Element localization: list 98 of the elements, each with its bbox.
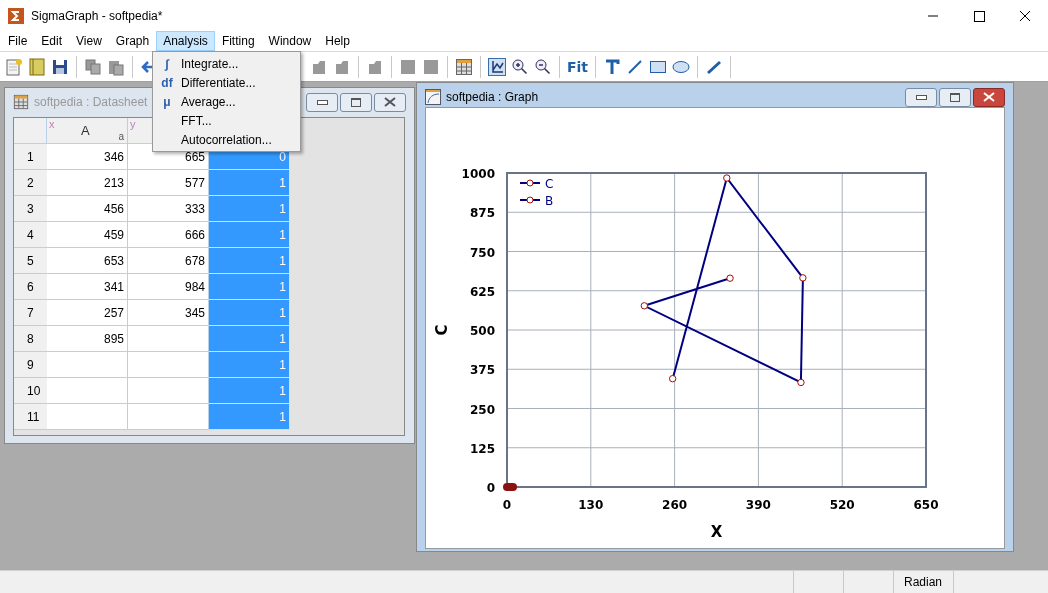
book-icon[interactable] (28, 57, 46, 76)
table-cell: 345 (128, 300, 209, 326)
table-cell: 1 (209, 170, 290, 196)
menu-item[interactable]: File (1, 31, 35, 51)
legend-label: C (545, 177, 554, 191)
table-cell: 346 (47, 144, 128, 170)
legend-label: B (545, 194, 554, 208)
line-tool-icon[interactable] (626, 57, 645, 76)
table-cell: 456 (47, 196, 128, 222)
menu-item[interactable]: Edit (34, 31, 70, 51)
menu-item-icon: df (161, 75, 173, 90)
origin-marker (503, 483, 517, 491)
x-tick-label: 390 (745, 498, 771, 512)
close-button[interactable] (973, 87, 1005, 107)
save-icon[interactable] (51, 57, 69, 76)
y-tick-label: 375 (469, 363, 495, 378)
column-header[interactable]: x A a (47, 118, 128, 144)
copy-icon[interactable] (84, 57, 102, 76)
window-title: softpedia : Datasheet (34, 95, 148, 109)
y-tick-label: 625 (469, 284, 495, 299)
window-title: SigmaGraph - softpedia* (31, 8, 163, 23)
table-cell: 1 (209, 248, 290, 274)
menu-item[interactable]: FFT... (153, 111, 300, 130)
close-button[interactable] (374, 92, 406, 112)
x-tick-label: 650 (913, 498, 939, 512)
menu-item[interactable]: df Differentiate... (153, 73, 300, 92)
row-header[interactable]: 4 (14, 222, 47, 248)
close-icon (983, 92, 995, 102)
y-tick-label: 250 (469, 402, 495, 417)
menu-item[interactable]: Fitting (214, 31, 262, 51)
table-cell: 577 (128, 170, 209, 196)
table-cell: 1 (209, 352, 290, 378)
table-cell: 341 (47, 274, 128, 300)
restore-button[interactable] (939, 87, 971, 107)
minimize-button[interactable] (306, 92, 338, 112)
row-header[interactable]: 5 (14, 248, 47, 274)
menu-item[interactable]: Window (261, 31, 319, 51)
zoom-out-icon[interactable] (534, 57, 552, 76)
row-header[interactable]: 9 (14, 352, 47, 378)
y-tick-label: 1000 (461, 167, 495, 181)
y-tick-label: 0 (486, 481, 495, 495)
fit-button[interactable]: Fit (567, 58, 589, 75)
y-tick-label: 750 (469, 245, 495, 260)
menu-item-icon: μ (163, 94, 171, 109)
row-header[interactable]: 6 (14, 274, 47, 300)
row-header[interactable]: 2 (14, 170, 47, 196)
table-icon[interactable] (455, 57, 473, 76)
x-tick-label: 520 (829, 498, 855, 512)
x-tick-label: 260 (662, 498, 688, 512)
table-cell: 895 (47, 326, 128, 352)
table-cell: 1 (209, 378, 290, 404)
x-axis-title: X (710, 523, 723, 541)
row-header[interactable]: 1 (14, 144, 47, 170)
restore-button[interactable] (340, 92, 372, 112)
row-header[interactable]: 11 (14, 404, 47, 430)
table-cell: 213 (47, 170, 128, 196)
graph-icon (425, 89, 441, 105)
table-cell: 678 (128, 248, 209, 274)
menu-item[interactable]: Help (318, 31, 357, 51)
table-cell: 1 (209, 300, 290, 326)
x-tick-label: 130 (578, 498, 604, 512)
x-tick-label: 0 (502, 498, 512, 512)
table-cell: 1 (209, 326, 290, 352)
table-cell: 257 (47, 300, 128, 326)
y-tick-label: 875 (469, 206, 495, 221)
y-tick-label: 125 (469, 441, 495, 456)
toolbar-icon[interactable] (399, 57, 417, 76)
table-cell: 333 (128, 196, 209, 222)
table-icon (13, 94, 29, 110)
table-cell: 1 (209, 404, 290, 430)
table-cell: 459 (47, 222, 128, 248)
status-mode: Radian (894, 571, 954, 593)
toolbar-icon[interactable] (422, 57, 440, 76)
menu-item-icon: ∫ (165, 56, 169, 71)
table-cell: 653 (47, 248, 128, 274)
menu-item[interactable]: View (69, 31, 109, 51)
table-cell: 984 (128, 274, 209, 300)
table-cell: 666 (128, 222, 209, 248)
window-title: softpedia : Graph (446, 90, 539, 104)
y-tick-label: 500 (469, 324, 495, 338)
menu-item[interactable]: Graph (108, 31, 157, 51)
table-cell: 1 (209, 196, 290, 222)
zoom-in-icon[interactable] (511, 57, 529, 76)
menu-item[interactable]: μ Average... (153, 92, 300, 111)
row-header[interactable]: 10 (14, 378, 47, 404)
text-tool-icon[interactable] (603, 57, 622, 76)
close-icon (384, 97, 396, 107)
row-header[interactable]: 7 (14, 300, 47, 326)
table-cell: 1 (209, 274, 290, 300)
row-header[interactable]: 8 (14, 326, 47, 352)
menu-item[interactable]: Analysis (156, 31, 215, 51)
axis-icon[interactable] (488, 57, 506, 76)
minimize-button[interactable] (905, 87, 937, 107)
table-cell: 1 (209, 222, 290, 248)
row-header[interactable]: 3 (14, 196, 47, 222)
y-axis-title: C (433, 324, 451, 336)
menu-item[interactable]: ∫ Integrate... (153, 54, 300, 73)
app-icon (8, 7, 24, 24)
